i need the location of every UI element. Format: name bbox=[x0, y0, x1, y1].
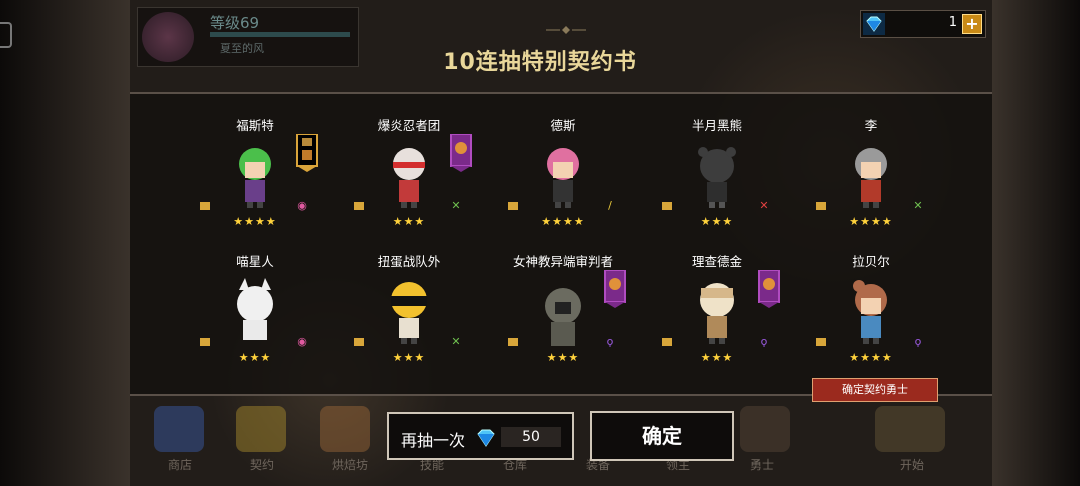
light-element-icon: / bbox=[608, 199, 612, 212]
hero-sprite bbox=[545, 288, 581, 346]
diamond-icon bbox=[863, 13, 885, 35]
pickup-banner-icon bbox=[758, 270, 780, 308]
hero-stars: ★★★ bbox=[700, 351, 734, 364]
hero-card[interactable]: 李 ✕ ★★★★ bbox=[796, 118, 946, 248]
scroll-icon bbox=[200, 338, 210, 346]
pickup-banner-icon bbox=[604, 270, 626, 308]
hero-stars: ★★★ bbox=[238, 351, 272, 364]
hero-sprite bbox=[547, 148, 579, 208]
earth-element-icon: ✕ bbox=[913, 199, 923, 212]
title-ornament-icon bbox=[546, 26, 586, 34]
hero-icon bbox=[740, 406, 790, 452]
hero-stars: ★★★★ bbox=[849, 351, 893, 364]
contract-icon bbox=[236, 406, 286, 452]
scroll-icon bbox=[354, 338, 364, 346]
pickup-banner-icon bbox=[296, 134, 318, 172]
hero-card[interactable]: 福斯特 ◉ ★★★★ bbox=[180, 118, 330, 248]
earth-element-icon: ◉ bbox=[297, 199, 307, 212]
hero-stars: ★★★ bbox=[392, 215, 426, 228]
hero-name: 女神教异端审判者 bbox=[512, 254, 613, 269]
scroll-icon bbox=[354, 202, 364, 210]
hero-name: 半月黑熊 bbox=[691, 118, 742, 133]
hero-stars: ★★★★ bbox=[849, 215, 893, 228]
hero-name: 福斯特 bbox=[236, 118, 274, 133]
diamond-icon bbox=[477, 429, 495, 447]
hero-name: 李 bbox=[864, 118, 878, 133]
fire-element-icon: ✕ bbox=[759, 199, 769, 212]
draw-again-button[interactable]: 再抽一次 50 bbox=[387, 412, 574, 460]
confirm-button[interactable]: 确定 bbox=[590, 411, 734, 461]
scroll-icon bbox=[508, 202, 518, 210]
hero-name: 爆炎忍者团 bbox=[377, 118, 441, 133]
hero-card[interactable]: 德斯 / ★★★★ bbox=[488, 118, 638, 248]
earth-element-icon: ✕ bbox=[451, 199, 461, 212]
start-icon bbox=[875, 406, 945, 452]
hero-card[interactable]: 女神教异端审判者 ϙ ★★★ bbox=[488, 254, 638, 384]
hero-sprite bbox=[700, 283, 734, 344]
hero-stars: ★★★★ bbox=[541, 215, 585, 228]
add-gems-button[interactable]: + bbox=[962, 14, 982, 34]
scroll-icon bbox=[662, 338, 672, 346]
bakery-icon bbox=[320, 406, 370, 452]
hero-card[interactable]: 拉贝尔 ϙ ★★★★ bbox=[796, 254, 946, 384]
exp-bar bbox=[210, 32, 350, 37]
draw-again-label: 再抽一次 bbox=[401, 431, 466, 450]
hero-name: 德斯 bbox=[550, 118, 576, 133]
hero-sprite bbox=[698, 147, 736, 208]
earth-element-icon: ✕ bbox=[451, 335, 461, 348]
scroll-icon bbox=[816, 202, 826, 210]
nav-shop[interactable]: 商店 bbox=[150, 456, 210, 473]
nav-start[interactable]: 开始 bbox=[882, 456, 942, 473]
dialog-title: 10连抽特别契约书 bbox=[443, 50, 637, 75]
hero-sprite bbox=[853, 280, 887, 344]
hero-name: 扭蛋战队外 bbox=[377, 254, 441, 269]
nav-heroes[interactable]: 勇士 bbox=[732, 456, 792, 473]
hero-sprite bbox=[239, 148, 271, 208]
hero-card[interactable]: 半月黑熊 ✕ ★★★ bbox=[642, 118, 792, 248]
hero-sprite bbox=[391, 282, 427, 344]
hero-stars: ★★★ bbox=[546, 351, 580, 364]
confirm-hero-tag[interactable]: 确定契约勇士 bbox=[812, 378, 938, 402]
gem-counter: 1 + bbox=[860, 10, 986, 38]
scroll-icon bbox=[508, 338, 518, 346]
gem-count: 1 bbox=[948, 15, 957, 30]
hero-name: 理查德金 bbox=[691, 254, 742, 269]
nav-bakery[interactable]: 烘焙坊 bbox=[320, 456, 380, 473]
hero-result-panel: 福斯特 ◉ ★★★★ 爆炎忍者团 ✕ ★★★ 德斯 / ★★★★ 半月黑熊 ✕ … bbox=[130, 92, 992, 396]
game-screen: 等级69 夏至的风 1 + 10连抽特别契约书 商店 契约 烘焙坊 技能 仓库 … bbox=[0, 0, 1080, 486]
hero-card[interactable]: 喵星人 ◉ ★★★ bbox=[180, 254, 330, 384]
hero-card[interactable]: 理查德金 ϙ ★★★ bbox=[642, 254, 792, 384]
nav-contract[interactable]: 契约 bbox=[232, 456, 292, 473]
hero-sprite bbox=[393, 148, 425, 208]
player-level: 等级69 bbox=[210, 14, 260, 32]
water-element-icon: ◉ bbox=[297, 335, 307, 348]
scroll-icon bbox=[200, 202, 210, 210]
dark-element-icon: ϙ bbox=[914, 335, 922, 348]
scroll-icon bbox=[816, 338, 826, 346]
hero-sprite bbox=[855, 148, 887, 208]
hero-name: 拉贝尔 bbox=[852, 254, 890, 269]
hero-card[interactable]: 扭蛋战队外 ✕ ★★★ bbox=[334, 254, 484, 384]
scroll-icon bbox=[662, 202, 672, 210]
draw-cost: 50 bbox=[501, 427, 561, 447]
hero-stars: ★★★★ bbox=[233, 215, 277, 228]
hero-name: 喵星人 bbox=[236, 254, 274, 269]
hero-stars: ★★★ bbox=[392, 351, 426, 364]
dark-element-icon: ϙ bbox=[606, 335, 614, 348]
hero-sprite bbox=[237, 278, 273, 340]
hero-card[interactable]: 爆炎忍者团 ✕ ★★★ bbox=[334, 118, 484, 248]
dark-element-icon: ϙ bbox=[760, 335, 768, 348]
shop-icon bbox=[154, 406, 204, 452]
pickup-banner-icon bbox=[450, 134, 472, 172]
hero-stars: ★★★ bbox=[700, 215, 734, 228]
